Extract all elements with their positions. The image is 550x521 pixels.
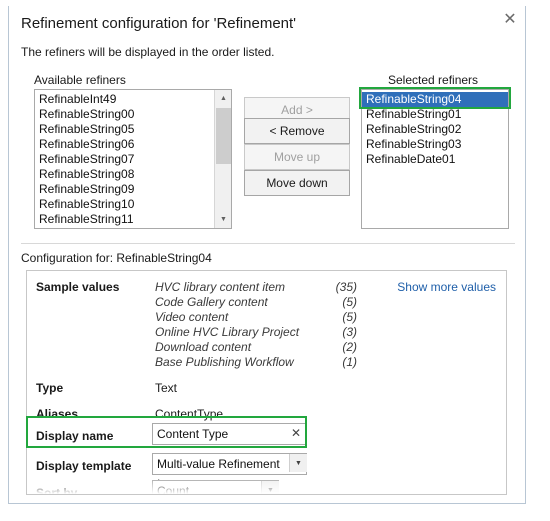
sample-value-count: (1) [342, 355, 357, 369]
type-value: Text [155, 381, 178, 395]
selected-refiners-listbox[interactable]: RefinableString04 RefinableString01 Refi… [361, 89, 509, 229]
available-refiners-listbox[interactable]: RefinableInt49 RefinableString00 Refinab… [34, 89, 232, 229]
list-item[interactable]: RefinableString08 [35, 167, 214, 182]
type-label: Type [36, 381, 64, 395]
list-item[interactable]: RefinableString00 [35, 107, 214, 122]
sample-value-count: (5) [342, 295, 357, 309]
list-item[interactable]: RefinableString11 [35, 212, 214, 227]
list-item[interactable]: RefinableString03 [362, 137, 508, 152]
sample-value-count: (3) [342, 325, 357, 339]
display-template-label: Display template [36, 459, 132, 473]
display-name-input[interactable]: Content Type [152, 423, 307, 445]
list-item[interactable]: RefinableString06 [35, 137, 214, 152]
display-name-label: Display name [36, 429, 114, 443]
sample-value-name: Video content [155, 310, 229, 324]
selected-refiners-list[interactable]: RefinableString04 RefinableString01 Refi… [362, 90, 508, 228]
display-template-select[interactable]: Multi-value Refinement Item [152, 453, 307, 491]
sample-values-label: Sample values [36, 280, 120, 294]
list-item[interactable]: RefinableString04 [362, 92, 508, 107]
sample-value-name: HVC library content item [155, 280, 286, 294]
aliases-label: Aliases [36, 407, 79, 421]
sample-value-count: (35) [335, 280, 357, 294]
list-item[interactable]: RefinableString09 [35, 182, 214, 197]
sample-value-name: Online HVC Library Project [155, 325, 300, 339]
panel-fade [27, 478, 506, 494]
available-refiners-list[interactable]: RefinableInt49 RefinableString00 Refinab… [35, 90, 214, 228]
chevron-up-icon[interactable]: ▲ [215, 90, 231, 107]
sample-value-count: (5) [342, 310, 357, 324]
list-item[interactable]: RefinableDate01 [362, 152, 508, 167]
list-item[interactable]: RefinableString05 [35, 122, 214, 137]
selected-refiners-label: Selected refiners [388, 73, 479, 87]
clear-icon[interactable]: ✕ [289, 426, 303, 440]
list-item[interactable]: RefinableString07 [35, 152, 214, 167]
configuration-title: Configuration for: RefinableString04 [21, 251, 212, 265]
chevron-down-icon[interactable]: ▼ [289, 454, 307, 472]
torn-edge-right [526, 0, 550, 521]
chevron-down-icon[interactable]: ▼ [215, 211, 231, 228]
list-item[interactable]: RefinableString10 [35, 197, 214, 212]
dialog-subtitle: The refiners will be displayed in the or… [21, 45, 275, 59]
refinement-configuration-dialog: Refinement configuration for 'Refinement… [8, 4, 526, 504]
available-refiners-scrollbar[interactable]: ▲ ▼ [214, 90, 231, 228]
sample-value-count: (2) [342, 340, 357, 354]
scrollbar-thumb[interactable] [216, 108, 231, 164]
list-item[interactable]: RefinableString02 [362, 122, 508, 137]
torn-edge-bottom [0, 505, 550, 521]
torn-edge-left [0, 0, 8, 521]
configuration-panel: Sample values Show more values HVC libra… [26, 270, 507, 495]
move-up-button[interactable]: Move up [244, 144, 350, 170]
list-item[interactable]: RefinableInt49 [35, 92, 214, 107]
show-more-values-link[interactable]: Show more values [397, 280, 496, 294]
sample-value-name: Code Gallery content [155, 295, 268, 309]
list-item[interactable]: RefinableString12 [35, 227, 214, 228]
move-down-button[interactable]: Move down [244, 170, 350, 196]
aliases-value: ContentType [155, 407, 224, 421]
page-title: Refinement configuration for 'Refinement… [21, 15, 297, 32]
sample-value-name: Download content [155, 340, 252, 354]
list-item[interactable]: RefinableString01 [362, 107, 508, 122]
sample-value-name: Base Publishing Workflow [155, 355, 294, 369]
available-refiners-label: Available refiners [34, 73, 126, 87]
remove-button[interactable]: < Remove [244, 118, 350, 144]
section-divider [21, 243, 515, 244]
close-icon[interactable]: ✕ [501, 11, 519, 29]
